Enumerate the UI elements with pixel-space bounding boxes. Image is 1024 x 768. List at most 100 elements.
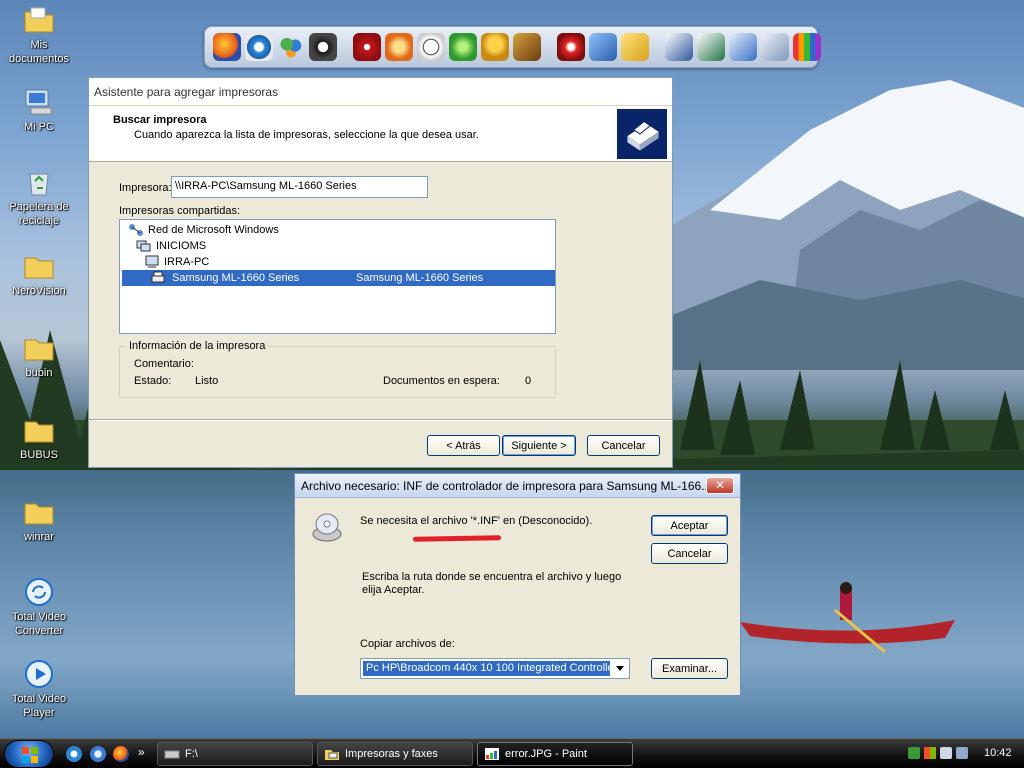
notes-icon[interactable] bbox=[729, 33, 757, 61]
excel-icon[interactable] bbox=[697, 33, 725, 61]
tree-node-computer[interactable]: IRRA-PC bbox=[144, 254, 209, 270]
my-computer-icon bbox=[25, 89, 52, 115]
pokerstars-icon[interactable] bbox=[353, 33, 381, 61]
folder-icon bbox=[24, 339, 54, 361]
tree-node-network[interactable]: Red de Microsoft Windows bbox=[128, 222, 279, 238]
wizard-cancel-button[interactable]: Cancelar bbox=[587, 435, 660, 456]
messenger-icon[interactable] bbox=[277, 33, 305, 61]
tree-node-workgroup[interactable]: INICIOMS bbox=[136, 238, 206, 254]
security-tray-icon[interactable] bbox=[924, 747, 936, 759]
desktop-icon-label: Mi PC bbox=[24, 121, 54, 133]
internet-explorer-icon[interactable] bbox=[245, 33, 273, 61]
volume-tray-icon[interactable] bbox=[940, 747, 952, 759]
dialog-title-bar[interactable]: Archivo necesario: INF de controlador de… bbox=[295, 474, 740, 498]
wizard-header-subtitle: Cuando aparezca la lista de impresoras, … bbox=[134, 129, 479, 141]
desktop-icon-bubin[interactable]: bubin bbox=[0, 332, 78, 380]
desktop-icon-winrar[interactable]: winrar bbox=[0, 496, 78, 544]
desktop-icon-total-video-player[interactable]: Total Video Player bbox=[0, 658, 78, 720]
network-icon bbox=[129, 224, 143, 236]
back-button[interactable]: < Atrás bbox=[427, 435, 500, 456]
quick-launch-ie-icon[interactable] bbox=[66, 746, 82, 762]
taskbar: » F:\ Impresoras y faxes error.JPG - Pai… bbox=[0, 738, 1024, 768]
browse-button[interactable]: Examinar... bbox=[651, 658, 728, 679]
burner-icon[interactable] bbox=[557, 33, 585, 61]
paint-icon[interactable] bbox=[793, 33, 821, 61]
computer-icon bbox=[145, 255, 159, 268]
task-drive-f[interactable]: F:\ bbox=[157, 742, 313, 766]
recycle-bin-icon bbox=[29, 173, 49, 196]
paint-icon bbox=[485, 748, 499, 760]
quick-launch-dock bbox=[204, 26, 821, 68]
printers-folder-icon bbox=[325, 750, 339, 760]
printer-icon bbox=[151, 271, 165, 283]
info-group-title: Información de la impresora bbox=[126, 340, 269, 352]
app-green-icon[interactable] bbox=[449, 33, 477, 61]
quick-launch-firefox-icon[interactable] bbox=[113, 746, 129, 762]
copy-files-label: Copiar archivos de: bbox=[360, 638, 455, 650]
computers-icon[interactable] bbox=[589, 33, 617, 61]
task-printers-faxes[interactable]: Impresoras y faxes bbox=[317, 742, 473, 766]
calculator-icon[interactable] bbox=[761, 33, 789, 61]
p-app-icon[interactable] bbox=[385, 33, 413, 61]
tree-node-label: INICIOMS bbox=[156, 240, 207, 252]
dialog-close-button[interactable]: ✕ bbox=[706, 477, 734, 494]
desktop-icon-total-video-converter[interactable]: Total Video Converter bbox=[0, 576, 78, 638]
status-label: Estado: bbox=[134, 375, 172, 387]
files-needed-dialog: Archivo necesario: INF de controlador de… bbox=[294, 473, 741, 696]
duck-icon[interactable] bbox=[481, 33, 509, 61]
printer-name-field[interactable]: \\IRRA-PC\Samsung ML-1660 Series bbox=[171, 176, 428, 198]
redaction-scribble bbox=[412, 535, 502, 542]
shared-printers-label: Impresoras compartidas: bbox=[119, 205, 241, 217]
clock[interactable]: 10:42 bbox=[984, 747, 1012, 759]
copy-files-combobox[interactable]: Pc HP\Broadcom 440x 10 100 Integrated Co… bbox=[360, 658, 630, 679]
word-icon[interactable] bbox=[665, 33, 693, 61]
soccer-icon[interactable] bbox=[417, 33, 445, 61]
folder-mail-icon[interactable] bbox=[621, 33, 649, 61]
system-tray: 10:42 bbox=[902, 739, 1024, 768]
cd-drive-icon bbox=[312, 513, 342, 542]
canoe-scenery bbox=[740, 582, 955, 654]
copy-files-value: Pc HP\Broadcom 440x 10 100 Integrated Co… bbox=[363, 661, 610, 676]
shared-printers-tree[interactable]: Red de Microsoft Windows INICIOMS IRRA-P… bbox=[119, 219, 556, 334]
dropdown-button[interactable] bbox=[612, 660, 628, 677]
status-value: Listo bbox=[195, 375, 219, 387]
wizard-title-bar[interactable]: Asistente para agregar impresoras bbox=[89, 78, 672, 106]
media-player-icon[interactable] bbox=[309, 33, 337, 61]
printer-tray-icon[interactable] bbox=[956, 747, 968, 759]
file-needed-message: Se necesita el archivo '*.INF' en (Desco… bbox=[360, 515, 593, 527]
quick-launch-ie2-icon[interactable] bbox=[90, 746, 106, 762]
desktop-icon-papelera[interactable]: Papelera de reciclaje bbox=[0, 166, 78, 228]
desktop-icon-mis-documentos[interactable]: Mis documentos bbox=[0, 4, 78, 66]
add-printer-wizard-window: Asistente para agregar impresoras Buscar… bbox=[88, 77, 673, 468]
desktop-icon-label: bubin bbox=[25, 367, 53, 379]
task-paint[interactable]: error.JPG - Paint bbox=[477, 742, 633, 766]
next-button[interactable]: Siguiente > bbox=[502, 435, 576, 456]
wizard-title: Asistente para agregar impresoras bbox=[94, 85, 279, 99]
task-label: F:\ bbox=[185, 748, 198, 760]
folder-docs-icon bbox=[24, 7, 54, 33]
quick-launch-chevron[interactable]: » bbox=[138, 745, 145, 759]
network-tray-icon[interactable] bbox=[908, 747, 920, 759]
desktop-icon-label: BUBUS bbox=[20, 449, 58, 461]
dialog-cancel-button[interactable]: Cancelar bbox=[651, 543, 728, 564]
chevron-down-icon bbox=[616, 666, 624, 671]
desktop-icon-nerovision[interactable]: NeroVision bbox=[0, 250, 78, 298]
start-button[interactable] bbox=[4, 740, 54, 768]
wizard-divider bbox=[89, 419, 672, 421]
folder-icon bbox=[24, 503, 54, 525]
desktop-icon-label: Papelera de reciclaje bbox=[9, 201, 69, 227]
folder-icon bbox=[24, 421, 54, 443]
desktop-icon-bubus[interactable]: BUBUS bbox=[0, 414, 78, 462]
firefox-icon[interactable] bbox=[213, 33, 241, 61]
comment-label: Comentario: bbox=[134, 358, 194, 370]
tree-node-label: Samsung ML-1660 Series bbox=[172, 272, 300, 284]
game-logo-icon[interactable] bbox=[513, 33, 541, 61]
printer-label: Impresora: bbox=[119, 182, 172, 194]
tree-node-printer-selected[interactable]: Samsung ML-1660 Series Samsung ML-1660 S… bbox=[122, 270, 555, 286]
desktop-icon-mi-pc[interactable]: Mi PC bbox=[0, 86, 78, 134]
video-converter-icon bbox=[25, 578, 53, 606]
accept-button[interactable]: Aceptar bbox=[651, 515, 728, 536]
task-label: error.JPG - Paint bbox=[505, 748, 587, 760]
dialog-title: Archivo necesario: INF de controlador de… bbox=[301, 478, 706, 493]
tree-node-label: IRRA-PC bbox=[164, 256, 210, 268]
